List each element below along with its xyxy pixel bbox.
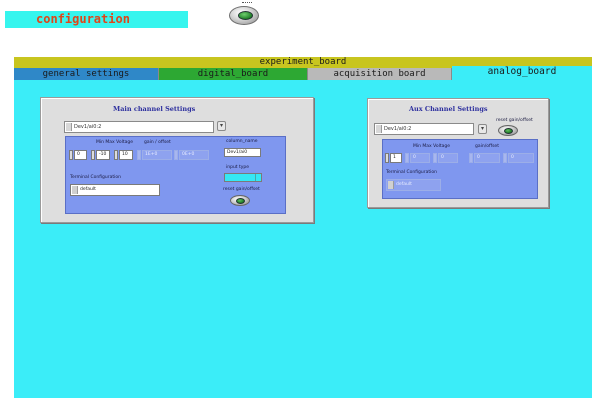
aux-reset-gain-offset-button[interactable] bbox=[498, 125, 518, 136]
aux-device-browse-button[interactable]: ▾ bbox=[478, 124, 487, 134]
select-arrows-icon bbox=[72, 186, 78, 194]
min-voltage-spinner[interactable] bbox=[91, 150, 95, 160]
reset-led-icon bbox=[236, 198, 245, 204]
main-device-value: Dev1/ai0:2 bbox=[74, 124, 102, 130]
index-spinner[interactable] bbox=[69, 150, 73, 160]
main-reset-gain-offset-button[interactable] bbox=[230, 195, 250, 206]
column-name-field[interactable]: Dev1/ai0 bbox=[224, 148, 261, 157]
terminal-config-select[interactable]: default bbox=[70, 184, 160, 196]
input-type-label: input type bbox=[226, 165, 250, 170]
configuration-title: configuration bbox=[5, 11, 188, 28]
aux-channel-title: Aux Channel Settings bbox=[409, 105, 488, 113]
aux-minmax-label: Min Max Voltage bbox=[413, 144, 451, 149]
aux-max-voltage-field[interactable]: 0 bbox=[438, 153, 458, 163]
select-arrows-icon bbox=[388, 181, 394, 189]
terminal-config-label: Terminal Configuration bbox=[70, 175, 121, 180]
aux-device-value: Dev1/ai0:2 bbox=[384, 126, 412, 132]
main-reset-label: reset gain/offset bbox=[223, 187, 260, 192]
offset-field[interactable]: 0E+0 bbox=[179, 150, 209, 160]
aux-offset-spinner[interactable] bbox=[503, 153, 507, 163]
tip-marker bbox=[242, 2, 252, 4]
aux-device-dropdown[interactable]: Dev1/ai0:2 bbox=[374, 123, 474, 135]
terminal-config-value: default bbox=[80, 187, 96, 192]
gainoffset-label: gain / offset bbox=[144, 140, 171, 145]
dropdown-arrows-icon bbox=[66, 123, 72, 131]
tab-analog-board[interactable]: analog_board bbox=[452, 66, 592, 80]
max-voltage-spinner[interactable] bbox=[114, 150, 118, 160]
main-device-browse-button[interactable]: ▾ bbox=[217, 121, 226, 131]
aux-settings-box: Min Max Voltage gain/offset 1 0 0 0 0 Te… bbox=[382, 139, 538, 199]
aux-terminal-config-value: default bbox=[396, 182, 412, 187]
column-name-label: column_name bbox=[226, 139, 258, 144]
dropdown-arrows-icon bbox=[376, 125, 382, 133]
aux-gain-spinner[interactable] bbox=[469, 153, 473, 163]
reset-led-icon bbox=[504, 128, 513, 134]
index-field[interactable]: 0 bbox=[74, 150, 87, 160]
tab-digital-board[interactable]: digital_board bbox=[159, 68, 308, 80]
max-voltage-field[interactable]: 10 bbox=[119, 150, 133, 160]
aux-min-voltage-spinner[interactable] bbox=[405, 153, 409, 163]
offset-spinner[interactable] bbox=[174, 150, 178, 160]
aux-index-spinner[interactable] bbox=[385, 153, 389, 163]
tab-acquisition-board[interactable]: acquisition board bbox=[308, 68, 452, 80]
main-settings-box: Min Max Voltage gain / offset 0 -10 10 1… bbox=[65, 136, 286, 214]
main-channel-title: Main channel Settings bbox=[113, 105, 196, 113]
input-type-selector[interactable] bbox=[224, 173, 262, 182]
toggle-button-icon bbox=[238, 11, 253, 20]
main-channel-panel: Main channel Settings Dev1/ai0:2 ▾ Min M… bbox=[40, 97, 314, 223]
min-voltage-field[interactable]: -10 bbox=[96, 150, 110, 160]
gain-spinner[interactable] bbox=[137, 150, 141, 160]
aux-max-voltage-spinner[interactable] bbox=[433, 153, 437, 163]
main-device-dropdown[interactable]: Dev1/ai0:2 bbox=[64, 121, 214, 133]
aux-reset-label: reset gain/offset bbox=[496, 118, 533, 123]
aux-terminal-config-label: Terminal Configuration bbox=[386, 170, 437, 175]
aux-offset-field[interactable]: 0 bbox=[508, 153, 534, 163]
input-type-arrow-icon bbox=[255, 174, 261, 181]
tab-general-settings[interactable]: general settings bbox=[14, 68, 159, 80]
minmax-label: Min Max Voltage bbox=[96, 140, 134, 145]
aux-index-field[interactable]: 1 bbox=[390, 153, 402, 163]
toggle-button[interactable] bbox=[229, 2, 259, 25]
gain-field[interactable]: 1E+0 bbox=[142, 150, 172, 160]
aux-gain-field[interactable]: 0 bbox=[474, 153, 500, 163]
aux-min-voltage-field[interactable]: 0 bbox=[410, 153, 430, 163]
aux-channel-panel: Aux Channel Settings Dev1/ai0:2 ▾ reset … bbox=[367, 98, 549, 208]
aux-terminal-config-select[interactable]: default bbox=[386, 179, 441, 191]
aux-gainoffset-label: gain/offset bbox=[475, 144, 499, 149]
